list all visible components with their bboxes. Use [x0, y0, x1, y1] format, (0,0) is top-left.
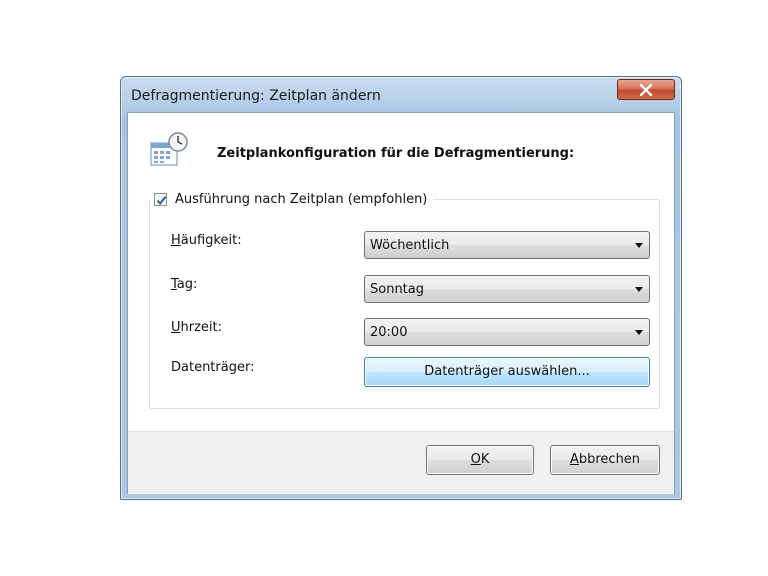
dropdown-arrow-icon	[635, 330, 643, 335]
checkmark-icon	[156, 195, 167, 205]
time-value: 20:00	[370, 325, 408, 340]
schedule-checkbox-row[interactable]: Ausführung nach Zeitplan (empfohlen)	[150, 189, 434, 209]
ok-button[interactable]: OK	[426, 445, 534, 475]
disks-label: Datenträger:	[171, 360, 255, 375]
frequency-label: Häufigkeit:	[171, 233, 242, 248]
day-value: Sonntag	[370, 282, 424, 297]
schedule-checkbox[interactable]	[154, 192, 167, 206]
select-disks-button[interactable]: Datenträger auswählen...	[364, 357, 650, 387]
day-select[interactable]: Sonntag	[364, 275, 650, 303]
time-label: Uhrzeit:	[171, 320, 223, 335]
dialog-client-area: Zeitplankonfiguration für die Defragment…	[127, 112, 675, 494]
dialog-window: Defragmentierung: Zeitplan ändern Zeitpl…	[120, 76, 682, 500]
schedule-checkbox-label: Ausführung nach Zeitplan (empfohlen)	[175, 191, 428, 207]
dialog-footer: OK Abbrechen	[128, 431, 674, 494]
time-select[interactable]: 20:00	[364, 318, 650, 346]
dropdown-arrow-icon	[635, 287, 643, 292]
cancel-button[interactable]: Abbrechen	[550, 445, 660, 475]
close-icon	[639, 83, 653, 96]
window-title: Defragmentierung: Zeitplan ändern	[131, 88, 381, 104]
calendar-clock-icon	[150, 132, 188, 166]
close-button[interactable]	[617, 79, 675, 100]
header-title: Zeitplankonfiguration für die Defragment…	[217, 146, 575, 161]
frequency-select[interactable]: Wöchentlich	[364, 231, 650, 259]
frequency-value: Wöchentlich	[370, 238, 450, 253]
dropdown-arrow-icon	[635, 243, 643, 248]
day-label: Tag:	[171, 277, 198, 292]
